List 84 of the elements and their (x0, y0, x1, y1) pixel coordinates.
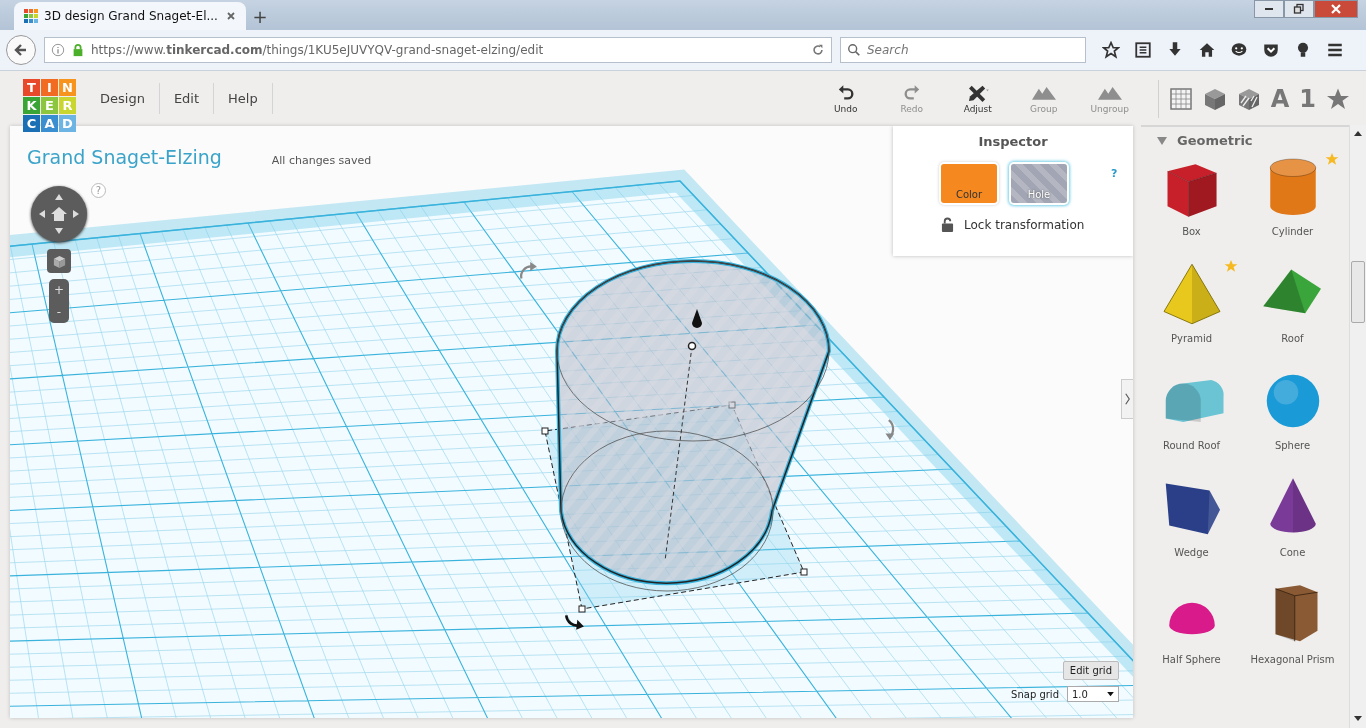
back-button[interactable] (6, 35, 36, 65)
chat-icon[interactable] (1230, 41, 1248, 59)
star-icon[interactable] (1224, 259, 1238, 273)
zoom-in-button[interactable]: + (49, 279, 69, 301)
logo-letter: T (23, 79, 40, 96)
design-title[interactable]: Grand Snaget-Elzing (27, 146, 222, 168)
logo-letter: I (41, 79, 58, 96)
chevron-right-icon (1124, 392, 1131, 406)
shape-name: Cylinder (1271, 226, 1314, 237)
minimize-button[interactable] (1254, 0, 1284, 18)
logo-letter: R (59, 97, 76, 114)
menu-item[interactable]: Edit (159, 83, 215, 114)
grid-icon[interactable] (1168, 86, 1193, 111)
shape-name: Roof (1281, 333, 1304, 344)
logo-letter: D (59, 115, 76, 132)
tinkercad-favicon-icon (24, 9, 38, 23)
shape-name: Round Roof (1162, 440, 1221, 451)
url-text: https://www.tinkercad.com/things/1KU5eJUVYQV-grand-snaget-elzing/edit (91, 43, 545, 57)
search-icon (847, 43, 861, 57)
shape-name: Pyramid (1170, 333, 1213, 344)
menu-item[interactable]: Design (86, 83, 160, 114)
shape-name: Half Sphere (1162, 654, 1221, 665)
browser-tab[interactable]: 3D design Grand Snaget-El... (14, 2, 246, 30)
scroll-down-icon[interactable] (1354, 716, 1362, 722)
shape-name: Box (1182, 226, 1201, 237)
back-arrow-icon (13, 42, 29, 58)
cylinder-hole-shape[interactable] (555, 259, 831, 592)
library-tab[interactable]: 1 (1299, 86, 1316, 111)
logo-letter: N (59, 79, 76, 96)
collapse-panel-button[interactable] (1121, 379, 1133, 419)
restore-icon (1293, 3, 1305, 15)
edit-grid-button[interactable]: Edit grid (1062, 661, 1119, 680)
menu-item[interactable]: Help (214, 83, 273, 114)
dropdown-caret-icon (1107, 691, 1114, 697)
star-icon[interactable] (1325, 152, 1339, 166)
category-title[interactable]: Geometric (1177, 133, 1253, 148)
reload-icon[interactable] (811, 43, 825, 57)
view-navigation-pad[interactable] (31, 186, 87, 242)
inspector-title: Inspector (977, 134, 1049, 149)
color-button[interactable]: Color (941, 164, 997, 203)
list-icon[interactable] (1134, 41, 1152, 59)
home-icon[interactable] (1198, 41, 1216, 59)
view-cube-button[interactable] (47, 249, 71, 273)
cube-icon[interactable] (1202, 86, 1227, 111)
striped-cube-icon[interactable] (1236, 86, 1261, 111)
scroll-up-icon[interactable] (1354, 131, 1362, 137)
close-window-button[interactable] (1314, 0, 1358, 18)
bookmark-star-icon[interactable] (1102, 41, 1120, 59)
unlocked-padlock-icon[interactable] (941, 217, 954, 232)
minimize-icon (1265, 8, 1273, 10)
search-field[interactable]: Search (840, 37, 1086, 63)
shape-name: Wedge (1174, 547, 1209, 558)
lock-transformation-label[interactable]: Lock transformation (964, 217, 1085, 232)
height-handle-icon[interactable] (692, 309, 702, 328)
lock-icon (71, 43, 85, 57)
zoom-out-button[interactable]: - (49, 301, 69, 323)
new-tab-button[interactable]: + (246, 2, 274, 30)
scrollbar-thumb[interactable] (1351, 261, 1365, 323)
undo-button[interactable]: Undo (815, 83, 876, 114)
logo-letter: K (23, 97, 40, 114)
shape-name: Cone (1279, 547, 1306, 558)
logo-letter: A (41, 115, 58, 132)
adjust-button[interactable]: Adjust (947, 83, 1008, 114)
shape-name: Hexagonal Prism (1250, 654, 1335, 665)
snap-grid-label: Snap grid (1011, 688, 1059, 700)
close-icon (1330, 3, 1342, 15)
help-link[interactable]: ? (1111, 167, 1118, 180)
tab-title: 3D design Grand Snaget-El... (44, 9, 219, 23)
close-icon[interactable] (226, 11, 236, 21)
logo-letter: C (23, 115, 40, 132)
restore-button[interactable] (1284, 0, 1314, 18)
save-status: All changes saved (271, 154, 372, 167)
cube-icon (51, 253, 67, 269)
center-handle[interactable] (687, 341, 697, 351)
library-tab[interactable]: A (1270, 86, 1290, 111)
help-button[interactable]: ? (91, 183, 106, 198)
expand-triangle-icon[interactable] (1157, 135, 1167, 146)
address-bar[interactable]: https://www.tinkercad.com/things/1KU5eJUVYQV-grand-snaget-elzing/edit (44, 37, 832, 63)
logo-letter: E (41, 97, 58, 114)
pocket-icon[interactable] (1262, 41, 1280, 59)
info-icon[interactable] (51, 43, 65, 57)
shape-name: Sphere (1274, 440, 1311, 451)
snap-grid-dropdown[interactable]: 1.0 (1067, 686, 1119, 702)
menu-icon[interactable] (1326, 41, 1344, 59)
